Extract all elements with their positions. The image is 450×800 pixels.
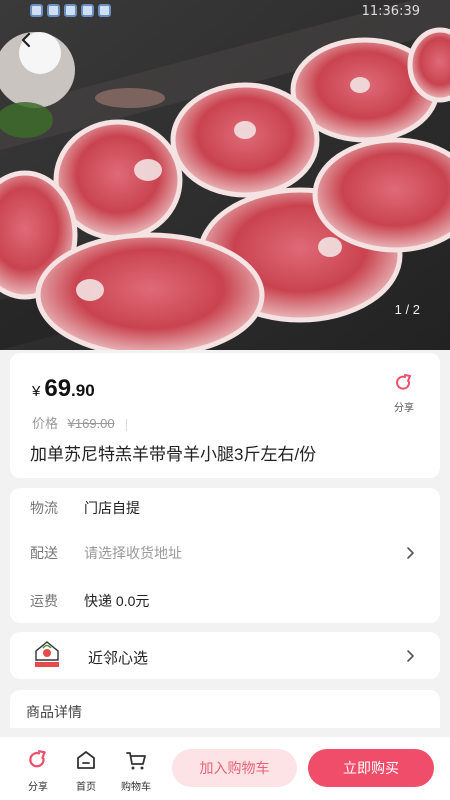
chevron-right-icon: [407, 650, 414, 662]
tab-home[interactable]: 首页: [66, 749, 106, 793]
tab-home-label: 首页: [76, 782, 96, 793]
app-icon: [81, 4, 94, 17]
chevron-right-icon: [407, 547, 414, 559]
price-card: ¥ 69 .90 价格 ¥169.00 分享 加单苏尼特羔羊带骨羊小腿3斤左右/…: [10, 353, 440, 478]
back-button[interactable]: [19, 32, 61, 74]
product-title: 加单苏尼特羔羊带骨羊小腿3斤左右/份: [30, 445, 317, 464]
original-price-label: 价格: [32, 416, 59, 431]
store-logo: [35, 641, 59, 667]
fee-label: 运费: [30, 593, 58, 609]
bottom-action-bar: 分享 首页 购物车 加入购物车 立即购买: [0, 737, 450, 800]
share-button[interactable]: 分享: [392, 373, 416, 414]
app-icon: [64, 4, 77, 17]
tab-cart-label: 购物车: [121, 782, 151, 793]
tab-share[interactable]: 分享: [18, 749, 58, 793]
image-separator: /: [405, 302, 410, 317]
share-icon: [396, 374, 411, 390]
fee-value: 快递 0.0元: [84, 593, 150, 609]
chevron-left-icon: [21, 32, 31, 48]
tab-cart[interactable]: 购物车: [116, 749, 156, 793]
divider: [126, 418, 128, 431]
address-placeholder: 请选择收货地址: [84, 545, 182, 561]
original-price-row: 价格 ¥169.00: [32, 413, 128, 432]
share-icon: [29, 750, 46, 768]
product-image-gallery[interactable]: 11:36:39 1 / 2: [0, 0, 450, 350]
home-icon: [77, 751, 95, 769]
currency-symbol: ¥: [32, 383, 41, 400]
original-price-value: ¥169.00: [67, 416, 115, 431]
logistics-value: 门店自提: [84, 500, 140, 516]
logistics-label: 物流: [30, 500, 58, 516]
app-icon: [30, 4, 43, 17]
logistics-row: 物流 门店自提: [30, 498, 420, 518]
cart-icon: [126, 752, 146, 770]
product-photo: [0, 0, 450, 350]
tab-share-label: 分享: [28, 782, 48, 793]
image-counter: 1 / 2: [395, 302, 420, 317]
store-card[interactable]: 近邻心选: [10, 632, 440, 679]
image-current: 1: [394, 302, 402, 317]
share-label: 分享: [394, 403, 414, 414]
status-time: 11:36:39: [361, 4, 420, 19]
delivery-card: 物流 门店自提 配送 请选择收货地址 运费 快递 0.0元: [10, 488, 440, 623]
store-name: 近邻心选: [88, 650, 149, 667]
add-to-cart-button[interactable]: 加入购物车: [172, 749, 297, 787]
address-row[interactable]: 配送 请选择收货地址: [30, 543, 420, 563]
current-price: ¥ 69 .90: [32, 375, 95, 403]
status-bar: 11:36:39: [0, 0, 450, 24]
product-details-section: 商品详情: [10, 690, 440, 728]
price-decimal: .90: [71, 381, 95, 400]
app-icon: [98, 4, 111, 17]
shipping-fee-row: 运费 快递 0.0元: [30, 591, 420, 611]
status-app-icons: [30, 4, 111, 17]
buy-now-button[interactable]: 立即购买: [308, 749, 434, 787]
image-total: 2: [412, 302, 420, 317]
app-icon: [47, 4, 60, 17]
details-title: 商品详情: [26, 704, 82, 720]
price-integer: 69: [44, 375, 72, 402]
ship-label: 配送: [30, 545, 58, 561]
